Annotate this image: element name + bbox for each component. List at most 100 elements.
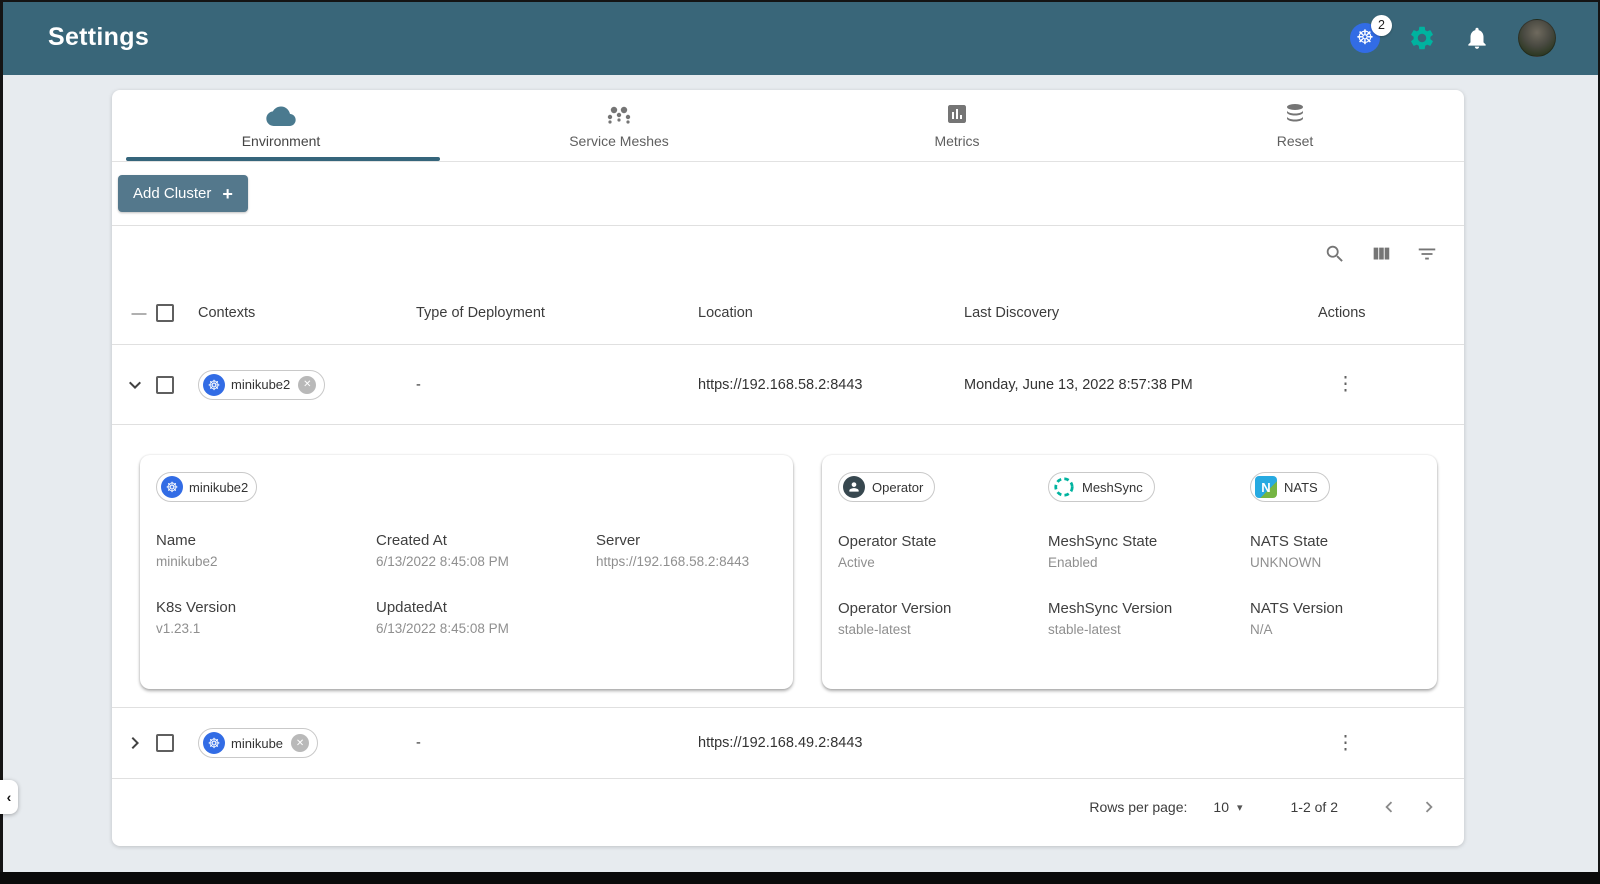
pagination-range: 1-2 of 2 (1290, 799, 1338, 815)
field-k8s-version: K8s Version v1.23.1 (156, 599, 237, 636)
next-page-button[interactable] (1416, 794, 1442, 820)
meshsync-chip-label: MeshSync (1082, 479, 1143, 495)
col-header-location: Location (698, 305, 753, 321)
app-header: Settings ☸ 2 (0, 0, 1600, 75)
col-header-type: Type of Deployment (416, 305, 545, 321)
context-chip-label: minikube (231, 735, 284, 751)
rows-per-page-label: Rows per page: (1089, 799, 1188, 815)
cluster-detail-card: ☸ minikube2 Name minikube2 Created At 6/… (140, 455, 793, 689)
window-edge-top (0, 0, 1600, 2)
col-header-contexts: Contexts (198, 305, 256, 321)
chip-delete-icon[interactable]: ✕ (298, 375, 317, 394)
rows-per-page-value: 10 (1213, 799, 1229, 815)
tab-reset[interactable]: Reset (1126, 90, 1464, 161)
tab-environment[interactable]: Environment (112, 90, 450, 161)
expand-row-chevron-icon[interactable] (122, 730, 148, 756)
field-created-at: Created At 6/13/2022 8:45:08 PM (376, 532, 509, 569)
settings-tabs: Environment Service Meshes Metrics Reset (112, 90, 1464, 162)
bar-chart-icon (945, 102, 969, 126)
field-server: Server https://192.168.58.2:8443 (596, 532, 750, 569)
view-columns-icon[interactable] (1370, 243, 1392, 265)
chip-delete-icon[interactable]: ✕ (291, 734, 310, 752)
select-all-checkbox[interactable] (156, 304, 174, 322)
cell-location: https://192.168.49.2:8443 (698, 735, 863, 751)
field-operator-version: Operator Version stable-latest (838, 600, 952, 637)
add-cluster-row: Add Cluster + (112, 162, 1464, 226)
operator-detail-card: Operator MeshSync N NATS Operator State … (822, 455, 1437, 689)
field-meshsync-version: MeshSync Version stable-latest (1048, 600, 1173, 637)
table-row: ☸ minikube2 ✕ - https://192.168.58.2:844… (112, 344, 1464, 424)
table-toolbar (112, 226, 1464, 282)
add-cluster-button[interactable]: Add Cluster + (118, 175, 248, 212)
collapse-row-chevron-icon[interactable] (122, 372, 148, 398)
context-chip-minikube2[interactable]: ☸ minikube2 ✕ (198, 369, 326, 400)
sidebar-collapse-handle[interactable]: ‹ (0, 780, 18, 814)
search-icon[interactable] (1324, 243, 1346, 265)
field-updated-at: UpdatedAt 6/13/2022 8:45:08 PM (376, 599, 509, 636)
header-icons: ☸ 2 (1350, 14, 1556, 57)
deselect-all-icon[interactable]: — (122, 305, 156, 322)
detail-context-chip[interactable]: ☸ minikube2 (156, 472, 258, 502)
field-meshsync-state: MeshSync State Enabled (1048, 533, 1158, 570)
field-nats-version: NATS Version N/A (1250, 600, 1344, 637)
notifications-bell-icon[interactable] (1464, 25, 1490, 51)
kubernetes-icon: ☸ (203, 732, 225, 754)
cell-type-of-deployment: - (416, 376, 421, 393)
table-pagination: Rows per page: 10 ▾ 1-2 of 2 (112, 778, 1464, 835)
kubernetes-icon: ☸ (203, 373, 225, 396)
kubernetes-context-badge: 2 (1371, 14, 1392, 36)
table-row: ☸ minikube ✕ - https://192.168.49.2:8443… (112, 708, 1464, 778)
caret-down-icon: ▾ (1236, 801, 1243, 814)
nats-icon: N (1255, 476, 1277, 498)
row-checkbox[interactable] (156, 375, 174, 394)
cell-type-of-deployment: - (416, 735, 421, 751)
row-checkbox[interactable] (156, 734, 174, 752)
previous-page-button[interactable] (1376, 794, 1402, 820)
field-nats-state: NATS State UNKNOWN (1250, 533, 1329, 570)
add-cluster-label: Add Cluster (133, 185, 212, 202)
cell-last-discovery: Monday, June 13, 2022 8:57:38 PM (964, 376, 1193, 393)
chevron-left-icon: ‹ (6, 789, 12, 805)
row-actions-kebab-icon[interactable]: ⋮ (1318, 375, 1464, 394)
nats-chip-label: NATS (1284, 479, 1318, 495)
tab-metrics-label: Metrics (934, 133, 980, 149)
operator-chip[interactable]: Operator (838, 472, 936, 502)
tab-reset-label: Reset (1276, 133, 1314, 149)
settings-gear-icon[interactable] (1408, 24, 1436, 52)
tab-environment-label: Environment (241, 133, 321, 149)
field-operator-state: Operator State Active (838, 533, 937, 570)
rows-per-page-select[interactable]: 10 ▾ (1213, 799, 1242, 815)
plus-icon: + (222, 183, 233, 204)
col-header-actions: Actions (1318, 305, 1366, 321)
cloud-icon (266, 102, 296, 126)
row-detail-panel: ☸ minikube2 Name minikube2 Created At 6/… (112, 424, 1464, 708)
service-mesh-icon (606, 102, 632, 126)
page-title: Settings (48, 23, 150, 51)
kubernetes-icon: ☸ (161, 476, 183, 498)
window-edge-left (0, 0, 3, 884)
user-avatar[interactable] (1518, 18, 1556, 57)
row-actions-kebab-icon[interactable]: ⋮ (1318, 734, 1464, 753)
meshsync-chip[interactable]: MeshSync (1048, 472, 1155, 502)
meshsync-icon (1054, 477, 1074, 497)
table-header-row: — Contexts Type of Deployment Location L… (112, 282, 1464, 344)
context-chip-label: minikube2 (231, 377, 291, 392)
field-empty (596, 599, 777, 636)
tab-metrics[interactable]: Metrics (788, 90, 1126, 161)
kubernetes-context-icon[interactable]: ☸ 2 (1350, 14, 1392, 53)
operator-person-icon (843, 476, 865, 498)
nats-chip[interactable]: N NATS (1250, 472, 1330, 502)
context-chip-minikube[interactable]: ☸ minikube ✕ (198, 728, 319, 758)
col-header-last-discovery: Last Discovery (964, 305, 1060, 321)
tab-service-meshes[interactable]: Service Meshes (450, 90, 788, 161)
settings-panel: Environment Service Meshes Metrics Reset… (112, 90, 1464, 846)
window-edge-bottom (0, 872, 1600, 884)
detail-context-chip-label: minikube2 (189, 479, 249, 495)
active-tab-indicator (126, 157, 440, 161)
helm-glyph: ☸ (1356, 26, 1374, 49)
cell-location: https://192.168.58.2:8443 (698, 376, 863, 393)
operator-chip-label: Operator (872, 479, 924, 495)
filter-icon[interactable] (1416, 243, 1438, 265)
database-icon (1283, 102, 1307, 126)
field-name: Name minikube2 (156, 532, 218, 569)
